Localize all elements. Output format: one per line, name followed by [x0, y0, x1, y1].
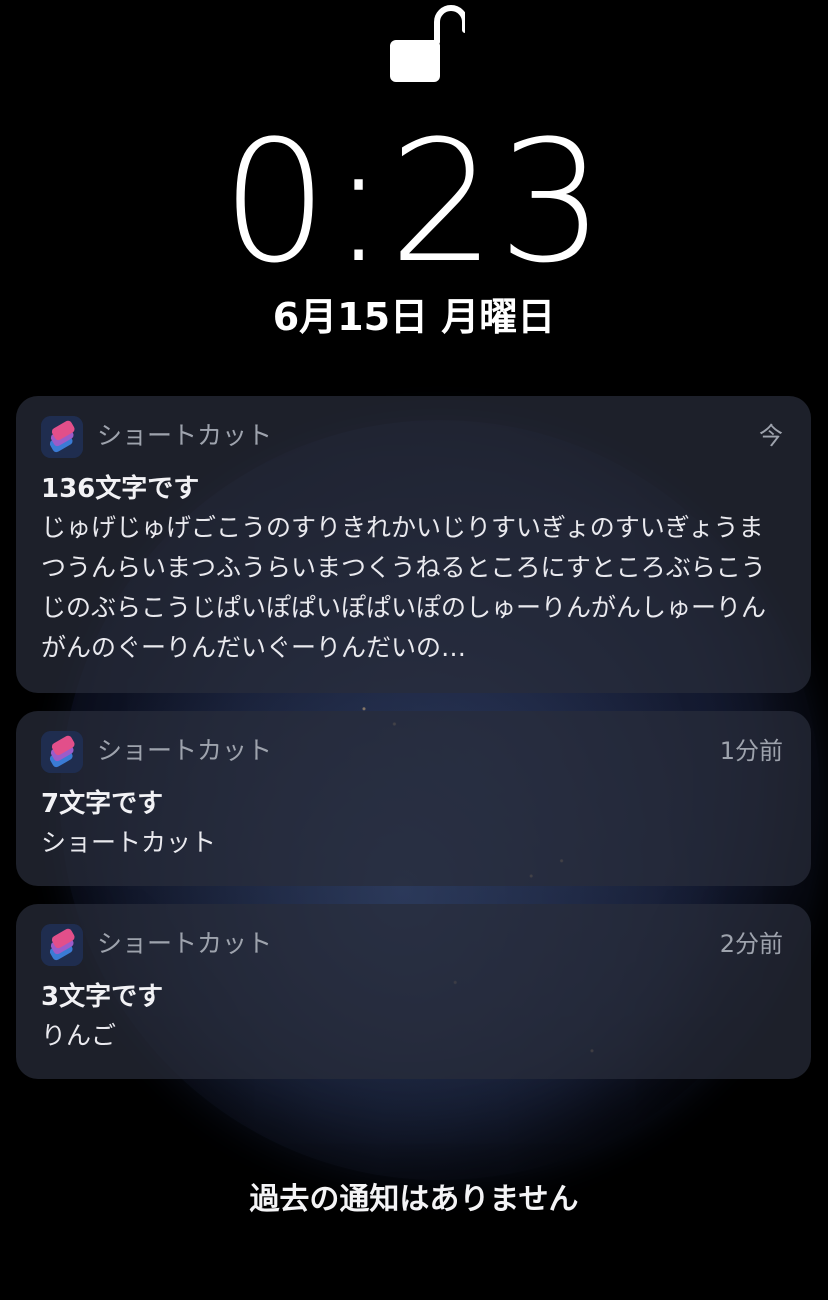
notification-body: りんご	[41, 1021, 117, 1050]
unlocked-padlock-icon	[390, 5, 465, 82]
lock-screen-time: 0:23	[221, 104, 607, 300]
notification-app-name: ショートカット	[97, 929, 273, 958]
notification-time: 今	[759, 422, 783, 450]
notification-card[interactable]: ショートカット 今 136文字です じゅげじゅげごこうのすりきれかいじりすいぎょ…	[16, 396, 811, 693]
notification-title: 136文字です	[41, 474, 200, 504]
lock-screen-date: 6月15日 月曜日	[272, 295, 556, 339]
notification-card[interactable]: ショートカット 1分前 7文字です ショートカット	[16, 711, 811, 886]
notification-header: ショートカット 2分前	[41, 922, 783, 968]
shortcuts-app-icon	[41, 416, 83, 458]
notification-header: ショートカット 1分前	[41, 729, 783, 775]
notification-header: ショートカット 今	[41, 414, 783, 460]
notification-title: 7文字です	[41, 789, 164, 819]
notification-title: 3文字です	[41, 982, 164, 1012]
shortcuts-app-icon	[41, 924, 83, 966]
notification-time: 1分前	[719, 737, 783, 765]
shortcuts-app-icon	[41, 731, 83, 773]
notification-body: じゅげじゅげごこうのすりきれかいじりすいぎょのすいぎょうまつうんらいまつふうらい…	[41, 513, 767, 662]
notification-card[interactable]: ショートカット 2分前 3文字です りんご	[16, 904, 811, 1079]
lock-screen: 0:23 6月15日 月曜日 ショートカット 今 136文字です じゅげじゅげご…	[0, 0, 828, 1300]
notification-app-name: ショートカット	[97, 421, 273, 450]
notification-time: 2分前	[719, 930, 783, 958]
notification-app-name: ショートカット	[97, 736, 273, 765]
no-older-notifications-label: 過去の通知はありません	[249, 1182, 579, 1217]
notification-body: ショートカット	[41, 828, 217, 857]
